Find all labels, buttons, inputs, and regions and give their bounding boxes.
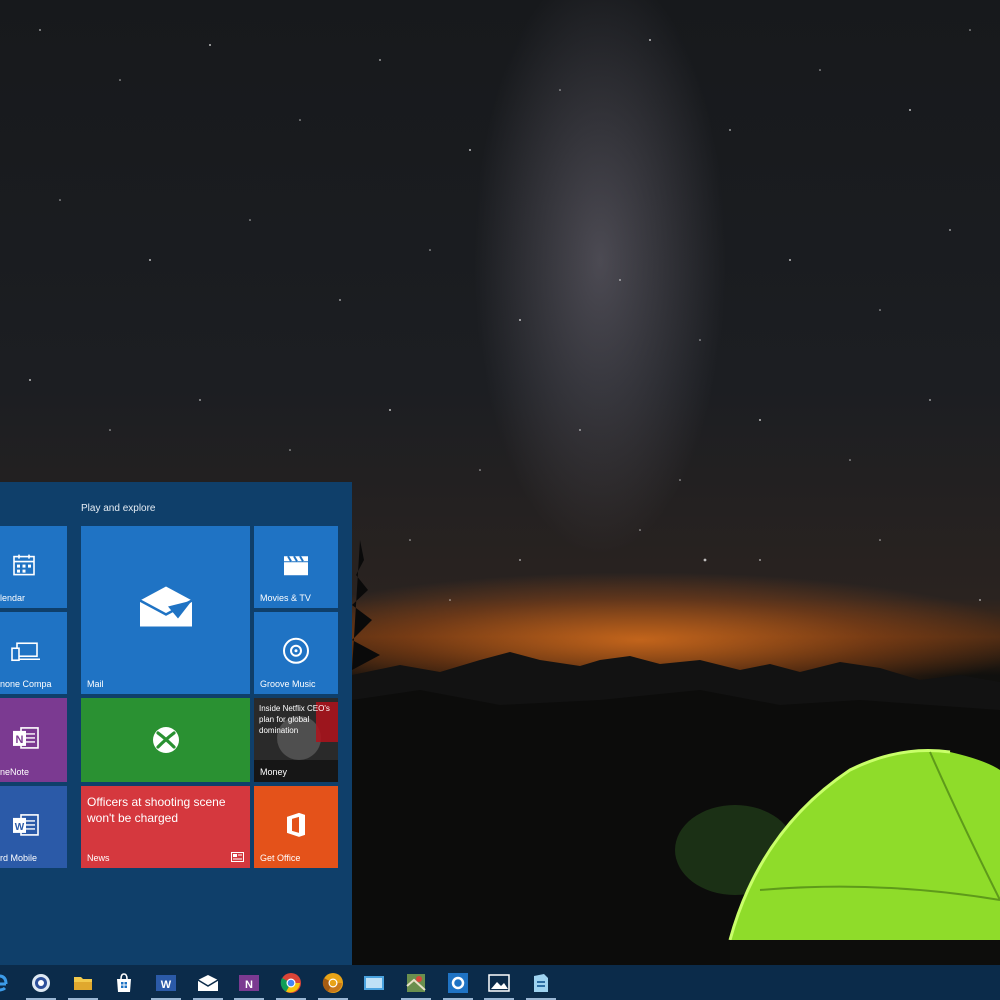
movies-tv-tile-label: Movies & TV (260, 593, 311, 603)
taskbar-cortana[interactable] (22, 965, 60, 1000)
taskbar-store[interactable] (105, 965, 143, 1000)
word-mobile-tile-label: rd Mobile (0, 853, 38, 863)
movies-tv-tile[interactable]: Movies & TV (254, 526, 338, 608)
chrome-icon (280, 972, 301, 993)
taskbar: W N (0, 965, 1000, 1000)
photos-app-icon (364, 975, 384, 990)
groove-music-icon (283, 637, 309, 664)
taskbar-outlook[interactable] (439, 965, 477, 1000)
mail-icon (197, 974, 219, 991)
word-icon: W (13, 814, 39, 836)
money-headline: Inside Netflix CEO's plan for global dom… (259, 704, 330, 735)
onenote-tile-label: neNote (0, 767, 30, 777)
taskbar-photos-app[interactable] (355, 965, 393, 1000)
svg-text:W: W (15, 822, 25, 833)
chrome-canary-icon (322, 972, 343, 993)
phone-companion-tile[interactable]: none Compa (0, 612, 67, 694)
svg-text:N: N (16, 734, 24, 746)
get-office-tile-label: Get Office (260, 853, 301, 863)
taskbar-word[interactable]: W (147, 965, 185, 1000)
get-office-tile[interactable]: Get Office (254, 786, 338, 868)
store-icon (117, 972, 131, 992)
money-tile[interactable]: Inside Netflix CEO's plan for global dom… (254, 698, 338, 782)
taskbar-edge[interactable] (0, 965, 14, 1000)
clapperboard-icon (284, 555, 308, 576)
taskbar-maps[interactable] (397, 965, 435, 1000)
calendar-tile-label: lendar (0, 593, 26, 603)
maps-icon (406, 973, 426, 992)
news-tile[interactable]: Officers at shooting scene won't be char… (81, 786, 250, 868)
outlook-icon (448, 972, 468, 993)
phone-companion-tile-label: none Compa (0, 679, 52, 689)
word-mobile-tile[interactable]: W rd Mobile (0, 786, 67, 868)
news-tile-label: News (87, 853, 110, 863)
phone-companion-icon (11, 642, 40, 662)
taskbar-chrome-canary[interactable] (314, 965, 352, 1000)
taskbar-photos[interactable] (480, 965, 518, 1000)
edge-icon (0, 974, 8, 991)
office-icon (287, 812, 305, 837)
xbox-tile[interactable] (81, 698, 250, 782)
svg-text:W: W (161, 979, 172, 991)
word-icon: W (156, 974, 176, 991)
taskbar-file-explorer[interactable] (64, 965, 102, 1000)
money-tile-label: Money (260, 767, 288, 777)
taskbar-onenote[interactable]: N (230, 965, 268, 1000)
mail-icon (138, 586, 193, 627)
tile-group-label: Play and explore (81, 503, 156, 514)
mail-tile-label: Mail (87, 679, 104, 689)
photos-icon (488, 973, 510, 992)
cortana-icon (32, 973, 50, 992)
mail-tile[interactable]: Mail (81, 526, 250, 694)
calendar-tile[interactable]: lendar (0, 526, 67, 608)
sway-icon (534, 973, 548, 992)
news-headline: Officers at shooting scene won't be char… (87, 795, 226, 825)
groove-music-tile[interactable]: Groove Music (254, 612, 338, 694)
calendar-icon (13, 554, 35, 576)
file-explorer-icon (74, 976, 92, 990)
groove-music-tile-label: Groove Music (260, 679, 316, 689)
news-badge-icon (231, 852, 244, 862)
svg-text:N: N (245, 979, 253, 991)
xbox-icon (152, 727, 179, 753)
onenote-icon: N (239, 974, 259, 991)
taskbar-chrome[interactable] (272, 965, 310, 1000)
onenote-icon: N (13, 727, 39, 749)
taskbar-mail[interactable] (189, 965, 227, 1000)
taskbar-sway[interactable] (522, 965, 560, 1000)
onenote-tile[interactable]: N neNote (0, 698, 67, 782)
